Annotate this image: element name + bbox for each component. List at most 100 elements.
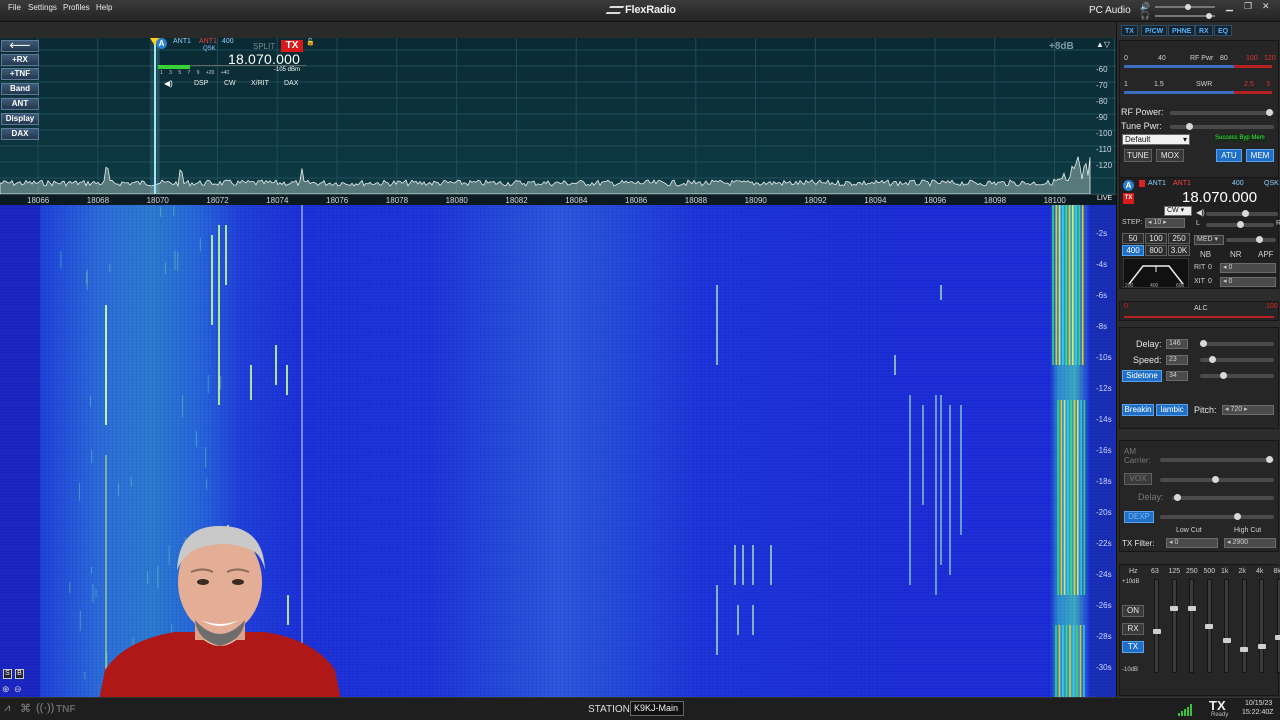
- mem-button[interactable]: MEM: [1246, 149, 1274, 162]
- pitch-field[interactable]: ◂ 720 ▸: [1222, 405, 1274, 415]
- breakin-button[interactable]: Breakin: [1122, 404, 1154, 416]
- ant-button[interactable]: ANT: [1, 98, 39, 110]
- zoom-in-icon[interactable]: ⊕: [2, 684, 10, 695]
- eq-band-thumb[interactable]: [1257, 643, 1266, 649]
- eq-band-thumb[interactable]: [1187, 606, 1196, 611]
- eq-band-slider[interactable]: [1259, 579, 1264, 673]
- headphone-volume-thumb[interactable]: [1206, 13, 1212, 19]
- eq-band-slider[interactable]: [1241, 579, 1247, 673]
- vox-level-thumb[interactable]: [1212, 476, 1219, 483]
- step-field[interactable]: ◂ 10 ▸: [1145, 218, 1185, 228]
- audio-gain-thumb[interactable]: [1242, 210, 1249, 217]
- filter-shape[interactable]: 200 400 600: [1123, 258, 1189, 288]
- dax-button[interactable]: DAX: [1, 128, 39, 140]
- rx-frequency[interactable]: 18.070.000: [1182, 189, 1257, 206]
- station-name-field[interactable]: K9KJ-Main: [630, 701, 684, 716]
- close-icon[interactable]: ✕: [1262, 1, 1270, 12]
- add-tnf-button[interactable]: +TNF: [1, 68, 39, 80]
- s-button[interactable]: S: [3, 669, 12, 679]
- slice-letter[interactable]: A: [156, 38, 167, 49]
- speaker-icon[interactable]: 🔊: [1140, 2, 1150, 11]
- speaker-volume-thumb[interactable]: [1185, 4, 1191, 10]
- eq-rx-button[interactable]: RX: [1122, 623, 1144, 635]
- bw-3k-button[interactable]: 3.0K: [1168, 245, 1190, 256]
- pan-zoom-icon[interactable]: ▲▽: [1096, 40, 1110, 49]
- eq-band-thumb[interactable]: [1170, 606, 1178, 611]
- tx-filter-low-field[interactable]: ◂ 0: [1166, 538, 1218, 548]
- nr-button[interactable]: NR: [1230, 250, 1242, 259]
- menu-help[interactable]: Help: [96, 3, 112, 12]
- rf-power-thumb[interactable]: [1266, 109, 1273, 116]
- vox-delay-thumb[interactable]: [1174, 494, 1181, 501]
- maximize-icon[interactable]: ❐: [1244, 1, 1252, 12]
- am-carrier-thumb[interactable]: [1266, 456, 1273, 463]
- menu-file[interactable]: File: [8, 3, 21, 12]
- eq-band-thumb[interactable]: [1152, 628, 1161, 634]
- mode-select[interactable]: CW ▾: [1164, 206, 1192, 216]
- back-arrow-button[interactable]: 🡐: [1, 40, 39, 52]
- split-button[interactable]: SPLIT: [253, 42, 275, 51]
- zoom-out-icon[interactable]: ⊖: [14, 684, 22, 695]
- b-button[interactable]: B: [15, 669, 24, 679]
- cw-delay-thumb[interactable]: [1200, 340, 1207, 347]
- xit-field[interactable]: ◂ 0: [1220, 277, 1276, 287]
- rit-label[interactable]: RIT: [1194, 264, 1205, 271]
- nb-button[interactable]: NB: [1200, 250, 1211, 259]
- minimize-icon[interactable]: ▁: [1226, 1, 1233, 12]
- tab-rx[interactable]: RX: [1195, 25, 1213, 36]
- vox-delay-slider[interactable]: [1172, 496, 1274, 500]
- tab-dax[interactable]: DAX: [284, 80, 298, 87]
- add-rx-button[interactable]: +RX: [1, 54, 39, 66]
- dexp-button[interactable]: DEXP: [1124, 511, 1154, 523]
- rx-ant1[interactable]: ANT1: [1148, 180, 1166, 187]
- mox-button[interactable]: MOX: [1156, 149, 1184, 162]
- tab-pcw[interactable]: P/CW: [1141, 25, 1168, 36]
- bw-50-button[interactable]: 50: [1122, 233, 1144, 244]
- tab-dsp[interactable]: DSP: [194, 80, 208, 87]
- rx-tx-button[interactable]: TX: [1123, 193, 1134, 204]
- rf-power-slider[interactable]: [1170, 111, 1274, 115]
- cw-speed-field[interactable]: 23: [1166, 355, 1188, 365]
- eq-band-slider[interactable]: [1276, 579, 1280, 673]
- band-button[interactable]: Band: [1, 83, 39, 95]
- agc-threshold-thumb[interactable]: [1256, 236, 1263, 243]
- tab-cw[interactable]: CW: [224, 80, 236, 87]
- rx-slice-letter[interactable]: A: [1123, 180, 1134, 191]
- headphone-icon[interactable]: 🎧: [1140, 11, 1150, 20]
- eq-band-thumb[interactable]: [1205, 624, 1213, 629]
- eq-band-thumb[interactable]: [1275, 634, 1280, 640]
- bw-100-button[interactable]: 100: [1145, 233, 1167, 244]
- volume-icon[interactable]: ◀): [1196, 208, 1205, 217]
- cw-speed-thumb[interactable]: [1209, 356, 1216, 363]
- waveform-icon[interactable]: ⩘: [4, 702, 10, 715]
- bw-800-button[interactable]: 800: [1145, 245, 1167, 256]
- sidetone-button[interactable]: Sidetone: [1122, 370, 1162, 382]
- network-icon[interactable]: ⌘: [20, 702, 31, 715]
- eq-band-thumb[interactable]: [1240, 646, 1248, 652]
- dexp-thumb[interactable]: [1234, 513, 1241, 520]
- atu-button[interactable]: ATU: [1216, 149, 1242, 162]
- tx-profile-select[interactable]: Default ▾: [1122, 134, 1190, 145]
- slice-flag[interactable]: A ANT1 ANT1 400 SPLIT TX 🔓 QSK 18.070.00…: [156, 38, 315, 94]
- eq-band-thumb[interactable]: [1222, 637, 1231, 643]
- cw-delay-field[interactable]: 146: [1166, 339, 1188, 349]
- menu-settings[interactable]: Settings: [28, 3, 57, 12]
- rit-field[interactable]: ◂ 0: [1220, 263, 1276, 273]
- eq-band-slider[interactable]: [1154, 579, 1159, 673]
- am-carrier-slider[interactable]: [1160, 458, 1274, 462]
- eq-band-slider[interactable]: [1189, 579, 1194, 673]
- lock-icon[interactable]: 🔓: [306, 38, 315, 46]
- bw-400-button[interactable]: 400: [1122, 245, 1144, 256]
- tune-power-thumb[interactable]: [1186, 123, 1193, 130]
- vox-button[interactable]: VOX: [1124, 473, 1152, 485]
- eq-on-button[interactable]: ON: [1122, 605, 1144, 617]
- iambic-button[interactable]: Iambic: [1156, 404, 1188, 416]
- tnf-toggle[interactable]: TNF: [56, 704, 75, 715]
- xit-label[interactable]: XIT: [1194, 278, 1205, 285]
- cw-delay-slider[interactable]: [1200, 342, 1274, 346]
- tune-button[interactable]: TUNE: [1124, 149, 1152, 162]
- slice-audio-icon[interactable]: ◀): [164, 79, 173, 88]
- eq-tx-button[interactable]: TX: [1122, 641, 1144, 653]
- tx-filter-high-field[interactable]: ◂ 2900: [1224, 538, 1276, 548]
- tab-eq[interactable]: EQ: [1214, 25, 1233, 36]
